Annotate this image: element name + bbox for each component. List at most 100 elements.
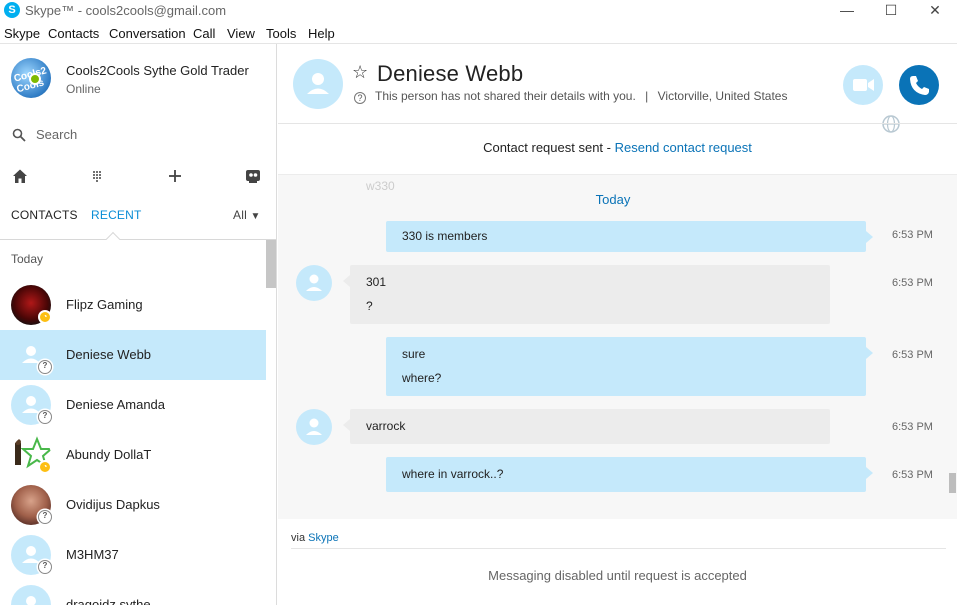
- contact-details: ? This person has not shared their detail…: [354, 89, 787, 104]
- bot-icon[interactable]: [243, 166, 263, 186]
- video-call-button[interactable]: [843, 65, 883, 105]
- menu-help[interactable]: Help: [308, 26, 335, 41]
- contact-item[interactable]: dragoidz sythe: [0, 580, 266, 605]
- contact-item[interactable]: ? Deniese Amanda: [0, 380, 266, 430]
- message-sender-avatar: [296, 265, 332, 301]
- tab-recent[interactable]: RECENT: [91, 208, 142, 222]
- header-divider: [278, 123, 957, 124]
- away-status-icon: ◔: [38, 460, 52, 474]
- profile-name[interactable]: Cools2Cools Sythe Gold Trader: [66, 63, 249, 78]
- contact-item[interactable]: ? M3HM37: [0, 530, 266, 580]
- tab-contacts[interactable]: CONTACTS: [11, 208, 78, 222]
- contact-tabs: CONTACTS RECENT All ▼: [0, 206, 276, 236]
- contact-item[interactable]: ◔ Flipz Gaming: [0, 280, 266, 330]
- message-text: 301: [366, 275, 387, 289]
- chevron-down-icon: ▼: [250, 211, 261, 222]
- chat-scrollbar[interactable]: [949, 473, 956, 493]
- conversation-title: Deniese Webb: [377, 61, 524, 86]
- dialpad-icon[interactable]: [87, 166, 107, 186]
- message-time: 6:53 PM: [892, 349, 933, 361]
- via-prefix: via: [291, 532, 309, 544]
- search-label: Search: [36, 127, 78, 142]
- contact-name: Deniese Amanda: [66, 397, 166, 412]
- add-icon[interactable]: [165, 166, 185, 186]
- sidebar-scrollbar[interactable]: [266, 240, 276, 288]
- away-status-icon: ◔: [38, 310, 52, 324]
- contact-item[interactable]: ? Ovidijus Dapkus: [0, 480, 266, 530]
- minimize-button[interactable]: —: [824, 0, 870, 22]
- title-bar: S Skype™ - cools2cools@gmail.com — ☐ ✕: [0, 0, 957, 22]
- contact-name: dragoidz sythe: [66, 597, 151, 605]
- message-bubble-outgoing[interactable]: sure where?: [386, 337, 873, 396]
- message-time: 6:53 PM: [892, 277, 933, 289]
- resend-request-link[interactable]: Resend contact request: [615, 140, 752, 155]
- contact-request-bar: Contact request sent - Resend contact re…: [278, 140, 957, 155]
- details-text: This person has not shared their details…: [375, 89, 636, 103]
- phone-icon: [910, 76, 929, 95]
- contact-name: Deniese Webb: [66, 347, 152, 362]
- contact-name: Ovidijus Dapkus: [66, 497, 160, 512]
- group-label-today: Today: [11, 252, 44, 266]
- menu-view[interactable]: View: [227, 26, 255, 41]
- message-time: 6:53 PM: [892, 469, 933, 481]
- search-box[interactable]: Search: [12, 127, 262, 147]
- unknown-status-icon: ?: [38, 410, 52, 424]
- message-text: ?: [366, 299, 373, 313]
- menu-conversation[interactable]: Conversation: [109, 26, 186, 41]
- message-text: varrock: [366, 419, 406, 433]
- contact-avatar: [11, 585, 51, 605]
- message-bubble-incoming[interactable]: varrock: [343, 409, 830, 444]
- unknown-status-icon: ?: [38, 560, 52, 574]
- tabs-divider: [0, 239, 276, 240]
- via-label: via Skype: [291, 532, 339, 544]
- message-history: w330 Today 330 is members 6:53 PM 301 ? …: [278, 174, 957, 519]
- contact-name: Flipz Gaming: [66, 297, 143, 312]
- message-bubble-outgoing[interactable]: 330 is members: [386, 221, 873, 252]
- message-time: 6:53 PM: [892, 229, 933, 241]
- home-icon[interactable]: [10, 166, 30, 186]
- day-separator: Today: [595, 192, 631, 207]
- contact-item[interactable]: ◔ Abundy DollaT: [0, 430, 266, 480]
- filter-dropdown[interactable]: All ▼: [233, 208, 261, 222]
- globe-icon[interactable]: [881, 114, 901, 134]
- message-text: where in varrock..?: [402, 467, 504, 481]
- faded-message: w330: [366, 179, 395, 193]
- menu-bar: Skype Contacts Conversation Call View To…: [0, 24, 957, 44]
- message-bubble-outgoing[interactable]: where in varrock..?: [386, 457, 873, 492]
- filter-label: All: [233, 208, 247, 222]
- message-text: where?: [402, 371, 442, 385]
- conversation-avatar[interactable]: [293, 59, 343, 109]
- menu-tools[interactable]: Tools: [266, 26, 296, 41]
- footer-divider: [291, 548, 946, 549]
- menu-contacts[interactable]: Contacts: [48, 26, 99, 41]
- menu-call[interactable]: Call: [193, 26, 215, 41]
- location-text: Victorville, United States: [657, 89, 788, 103]
- menu-skype[interactable]: Skype: [4, 26, 40, 41]
- audio-call-button[interactable]: [899, 65, 939, 105]
- via-skype-link[interactable]: Skype: [308, 532, 339, 544]
- video-icon: [853, 79, 874, 91]
- profile-status[interactable]: Online: [66, 82, 101, 96]
- messaging-disabled-notice: Messaging disabled until request is acce…: [488, 568, 747, 583]
- message-text: sure: [402, 347, 426, 361]
- info-icon: ?: [354, 92, 366, 104]
- conversation-panel: ☆ Deniese Webb ? This person has not shar…: [278, 44, 957, 605]
- search-icon: [12, 128, 26, 142]
- message-sender-avatar: [296, 409, 332, 445]
- request-text: Contact request sent -: [483, 140, 615, 155]
- details-separator: |: [645, 89, 649, 103]
- close-button[interactable]: ✕: [912, 0, 957, 22]
- contact-item-selected[interactable]: ? Deniese Webb: [0, 330, 266, 380]
- contact-name: Abundy DollaT: [66, 447, 152, 462]
- unknown-status-icon: ?: [38, 360, 52, 374]
- sidebar: Cools2 Cools Cools2Cools Sythe Gold Trad…: [0, 44, 277, 605]
- message-text: 330 is members: [402, 229, 488, 243]
- skype-logo-icon: S: [4, 2, 20, 18]
- message-bubble-incoming[interactable]: 301 ?: [343, 265, 830, 324]
- unknown-status-icon: ?: [38, 510, 52, 524]
- contact-name: M3HM37: [66, 547, 119, 562]
- favorite-star-icon[interactable]: ☆: [352, 62, 368, 83]
- online-status-icon: [29, 73, 41, 85]
- maximize-button[interactable]: ☐: [868, 0, 914, 22]
- window-title: Skype™ - cools2cools@gmail.com: [25, 3, 227, 18]
